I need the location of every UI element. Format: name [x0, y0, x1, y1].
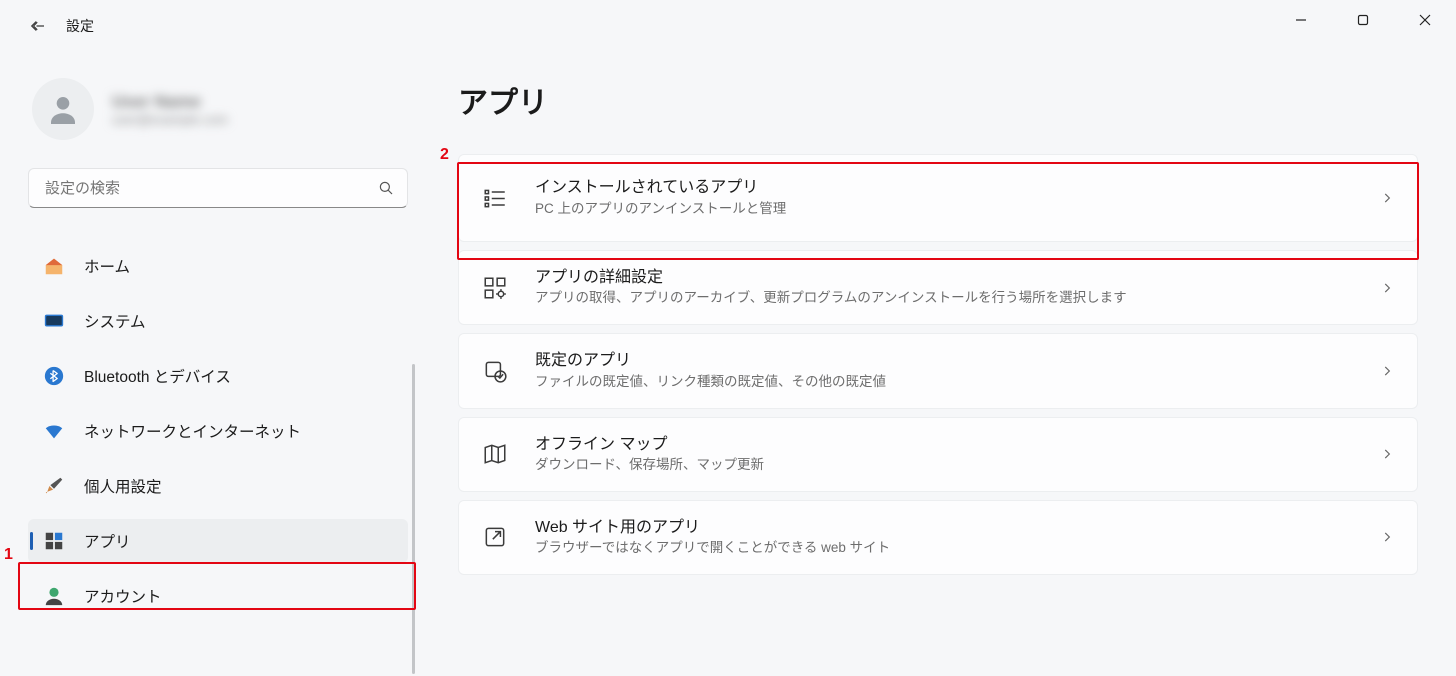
- chevron-right-icon: [1375, 525, 1399, 549]
- chevron-right-icon: [1375, 276, 1399, 300]
- nav-label: アカウント: [84, 585, 162, 607]
- nav-label: ホーム: [84, 255, 130, 277]
- card-subtitle: ダウンロード、保存場所、マップ更新: [535, 456, 1375, 475]
- map-icon: [481, 440, 509, 468]
- window-controls: [1270, 0, 1456, 40]
- nav-item-personalization[interactable]: 個人用設定: [28, 464, 408, 508]
- brush-icon: [42, 474, 66, 498]
- wifi-icon: [42, 419, 66, 443]
- nav-item-home[interactable]: ホーム: [28, 244, 408, 288]
- card-installed-apps[interactable]: インストールされているアプリ PC 上のアプリのアンインストールと管理: [458, 154, 1418, 242]
- nav-item-system[interactable]: システム: [28, 299, 408, 343]
- nav-label: Bluetooth とデバイス: [84, 365, 231, 387]
- search-input[interactable]: [43, 179, 367, 198]
- annotation-marker-1: 1: [4, 546, 13, 564]
- nav-item-accounts[interactable]: アカウント: [28, 574, 408, 618]
- nav-label: アプリ: [84, 530, 131, 552]
- card-subtitle: アプリの取得、アプリのアーカイブ、更新プログラムのアンインストールを行う場所を選…: [535, 289, 1375, 308]
- back-button[interactable]: [18, 8, 54, 44]
- chevron-right-icon: [1375, 442, 1399, 466]
- card-advanced-app-settings[interactable]: アプリの詳細設定 アプリの取得、アプリのアーカイブ、更新プログラムのアンインスト…: [458, 250, 1418, 325]
- sidebar: User Name user@example.com ホーム システム: [0, 72, 420, 629]
- nav-item-apps[interactable]: アプリ: [28, 519, 408, 563]
- card-default-apps[interactable]: 既定のアプリ ファイルの既定値、リンク種類の既定値、その他の既定値: [458, 333, 1418, 408]
- default-apps-icon: [481, 357, 509, 385]
- maximize-icon: [1357, 14, 1369, 26]
- external-link-icon: [481, 523, 509, 551]
- home-icon: [42, 254, 66, 278]
- card-body: アプリの詳細設定 アプリの取得、アプリのアーカイブ、更新プログラムのアンインスト…: [535, 267, 1375, 308]
- card-body: インストールされているアプリ PC 上のアプリのアンインストールと管理: [535, 177, 1375, 218]
- list-icon: [481, 184, 509, 212]
- titlebar: 設定: [0, 0, 1456, 52]
- apps-icon: [42, 529, 66, 553]
- card-apps-for-websites[interactable]: Web サイト用のアプリ ブラウザーではなくアプリで開くことができる web サ…: [458, 500, 1418, 575]
- minimize-button[interactable]: [1270, 0, 1332, 40]
- search-icon: [377, 179, 395, 197]
- card-body: Web サイト用のアプリ ブラウザーではなくアプリで開くことができる web サ…: [535, 517, 1375, 558]
- chevron-right-icon: [1375, 186, 1399, 210]
- nav-label: システム: [84, 310, 146, 332]
- card-title: 既定のアプリ: [535, 350, 1375, 372]
- close-button[interactable]: [1394, 0, 1456, 40]
- window-title: 設定: [66, 16, 94, 36]
- chevron-right-icon: [1375, 359, 1399, 383]
- card-title: Web サイト用のアプリ: [535, 517, 1375, 539]
- card-body: 既定のアプリ ファイルの既定値、リンク種類の既定値、その他の既定値: [535, 350, 1375, 391]
- account-icon: [42, 584, 66, 608]
- card-title: オフライン マップ: [535, 434, 1375, 456]
- close-icon: [1419, 14, 1431, 26]
- profile-text: User Name user@example.com: [112, 92, 410, 127]
- search-box[interactable]: [28, 168, 408, 208]
- main-content: アプリ インストールされているアプリ PC 上のアプリのアンインストールと管理 …: [458, 78, 1436, 583]
- nav-label: 個人用設定: [84, 475, 162, 497]
- card-title: アプリの詳細設定: [535, 267, 1375, 289]
- avatar: [32, 78, 94, 140]
- annotation-marker-2: 2: [440, 146, 449, 164]
- page-title: アプリ: [458, 78, 1436, 122]
- system-icon: [42, 309, 66, 333]
- nav-item-network[interactable]: ネットワークとインターネット: [28, 409, 408, 453]
- maximize-button[interactable]: [1332, 0, 1394, 40]
- sidebar-scrollbar[interactable]: [412, 364, 415, 674]
- nav-label: ネットワークとインターネット: [84, 420, 301, 442]
- bluetooth-icon: [42, 364, 66, 388]
- minimize-icon: [1295, 14, 1307, 26]
- profile-block[interactable]: User Name user@example.com: [28, 78, 410, 140]
- card-offline-maps[interactable]: オフライン マップ ダウンロード、保存場所、マップ更新: [458, 417, 1418, 492]
- card-body: オフライン マップ ダウンロード、保存場所、マップ更新: [535, 434, 1375, 475]
- card-subtitle: ブラウザーではなくアプリで開くことができる web サイト: [535, 539, 1375, 558]
- nav-list: ホーム システム Bluetooth とデバイス ネットワークとインターネット: [28, 244, 408, 618]
- nav-item-bluetooth[interactable]: Bluetooth とデバイス: [28, 354, 408, 398]
- profile-name: User Name: [112, 92, 410, 112]
- card-title: インストールされているアプリ: [535, 177, 1375, 199]
- card-subtitle: PC 上のアプリのアンインストールと管理: [535, 200, 1375, 219]
- card-subtitle: ファイルの既定値、リンク種類の既定値、その他の既定値: [535, 373, 1375, 392]
- profile-email: user@example.com: [112, 112, 410, 127]
- search-container: [28, 168, 408, 208]
- app-settings-icon: [481, 274, 509, 302]
- person-icon: [45, 91, 81, 127]
